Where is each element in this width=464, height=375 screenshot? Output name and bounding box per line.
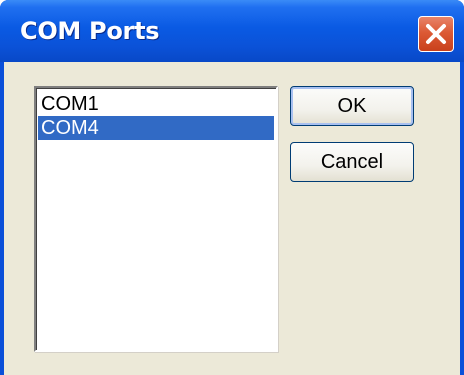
close-button[interactable] [418,16,454,52]
dialog-window: COM Ports COM1 COM4 OK Cancel [0,0,464,375]
close-icon [426,24,446,44]
title-bar[interactable]: COM Ports [0,0,464,62]
list-item-com1[interactable]: COM1 [38,92,274,116]
window-title: COM Ports [20,17,160,45]
dialog-client-area: COM1 COM4 OK Cancel [4,62,460,375]
ok-button[interactable]: OK [290,86,414,126]
com-ports-listbox[interactable]: COM1 COM4 [34,86,278,352]
cancel-button[interactable]: Cancel [290,142,414,182]
list-item-com4[interactable]: COM4 [38,116,274,140]
